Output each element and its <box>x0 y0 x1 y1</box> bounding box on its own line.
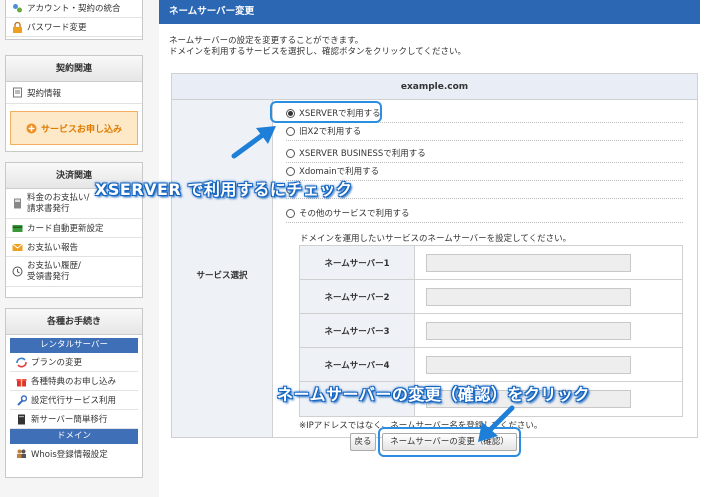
server-icon <box>18 414 25 424</box>
radio-label: 旧X2で利用する <box>299 126 362 137</box>
sidebar-item-label: プランの変更 <box>31 358 83 368</box>
xserver-option-highlight <box>270 101 382 123</box>
calculator-icon <box>14 198 21 209</box>
arrow-to-xserver-icon <box>231 126 276 159</box>
radio-button[interactable] <box>286 149 295 158</box>
nameserver-label: ネームサーバー1 <box>300 246 415 279</box>
sidebar-item-label: パスワード変更 <box>27 23 87 33</box>
sidebar-item-label: カード自動更新設定 <box>27 224 104 234</box>
main-panel: ネームサーバー変更 ネームサーバーの設定を変更することができます。 ドメインを利… <box>159 0 710 497</box>
radio-x2[interactable]: 旧X2で利用する <box>286 123 683 141</box>
description-line-1: ネームサーバーの設定を変更することができます。 <box>169 36 364 46</box>
sidebar-item-label: 各種特典のお申し込み <box>31 377 117 387</box>
procedures-heading: 各種お手続き <box>6 309 142 335</box>
annotation-click-confirm: ネームサーバーの変更（確認）をクリック <box>277 385 590 404</box>
annotation-check-xserver: XSERVER で利用するにチェック <box>95 180 353 199</box>
nameserver-label: ネームサーバー3 <box>300 314 415 347</box>
gift-icon <box>16 378 27 386</box>
nameserver-note: ドメインを運用したいサービスのネームサーバーを設定してください。 <box>300 234 572 244</box>
page-description: ネームサーバーの設定を変更することができます。 ドメインを利用するサービスを選択… <box>169 36 466 58</box>
sidebar-item-payment-history[interactable]: お支払い履歴/ 受領書発行 <box>6 257 142 287</box>
service-apply-label: サービスお申し込み <box>40 124 122 135</box>
people-icon <box>17 449 26 458</box>
nameserver-row: ネームサーバー4 <box>300 348 682 382</box>
domain-subheading: ドメイン <box>10 429 138 444</box>
domain-name: example.com <box>172 74 697 100</box>
wrench-icon <box>17 394 27 406</box>
contract-heading: 契約関連 <box>6 56 142 82</box>
sidebar-item-label: お支払い履歴/ 受領書発行 <box>27 260 81 282</box>
radio-xserver-business[interactable]: XSERVER BUSINESSで利用する <box>286 145 683 163</box>
nameserver-row: ネームサーバー1 <box>300 246 682 280</box>
back-button[interactable]: 戻る <box>350 433 376 451</box>
radio-button[interactable] <box>286 127 295 136</box>
account-menu-box: アカウント・契約の統合 パスワード変更 <box>5 0 143 40</box>
description-line-2: ドメインを利用するサービスを選択し、確認ボタンをクリックしてください。 <box>169 47 466 57</box>
sidebar-item-label: 契約情報 <box>27 88 62 99</box>
sidebar: アカウント・契約の統合 パスワード変更 契約関連 契約情報 サービスお申し込み … <box>0 0 148 497</box>
sidebar-item-label: 新サーバー簡単移行 <box>31 415 108 425</box>
sidebar-item-label: 設定代行サービス利用 <box>31 396 117 406</box>
history-icon <box>12 266 23 277</box>
service-select-label: サービス選択 <box>196 271 248 281</box>
page-title: ネームサーバー変更 <box>159 0 700 24</box>
radio-label: その他のサービスで利用する <box>299 208 410 219</box>
sidebar-item-label: Whois登録情報設定 <box>31 449 108 460</box>
nameserver-2-input[interactable] <box>426 287 631 306</box>
radio-button[interactable] <box>286 209 295 218</box>
sidebar-item-plan-change[interactable]: プランの変更 <box>10 353 138 372</box>
procedures-menu-box: 各種お手続き レンタルサーバー プランの変更 各種特典のお申し込み 設定代行サー… <box>5 308 143 478</box>
nameserver-row: ネームサーバー3 <box>300 314 682 348</box>
envelope-icon <box>12 243 23 251</box>
sidebar-item-label: アカウント・契約の統合 <box>27 4 121 14</box>
sidebar-item-setup-service[interactable]: 設定代行サービス利用 <box>10 391 138 410</box>
sidebar-item-label: お支払い報告 <box>27 243 79 253</box>
sidebar-item-contract-info[interactable]: 契約情報 <box>6 82 142 104</box>
contract-menu-box: 契約関連 契約情報 サービスお申し込み <box>5 55 143 152</box>
radio-button[interactable] <box>286 167 295 176</box>
rental-server-subheading: レンタルサーバー <box>10 338 138 353</box>
sidebar-item-server-migration[interactable]: 新サーバー簡単移行 <box>10 410 138 429</box>
nameserver-label: ネームサーバー4 <box>300 348 415 381</box>
sidebar-item-card-renewal[interactable]: カード自動更新設定 <box>6 219 142 238</box>
lock-icon <box>13 21 22 33</box>
nameserver-4-input[interactable] <box>426 355 631 374</box>
sidebar-item-whois[interactable]: Whois登録情報設定 <box>10 444 138 463</box>
credit-card-icon <box>12 224 23 232</box>
nameserver-1-input[interactable] <box>426 253 631 272</box>
sidebar-item-payment-report[interactable]: お支払い報告 <box>6 238 142 257</box>
arrow-to-confirm-icon <box>478 405 515 442</box>
sidebar-item-benefits[interactable]: 各種特典のお申し込み <box>10 372 138 391</box>
sidebar-item-password[interactable]: パスワード変更 <box>6 18 142 37</box>
nameserver-label: ネームサーバー2 <box>300 280 415 313</box>
sidebar-item-account-link[interactable]: アカウント・契約の統合 <box>6 0 142 18</box>
service-apply-button[interactable]: サービスお申し込み <box>10 111 138 145</box>
radio-label: XSERVER BUSINESSで利用する <box>299 148 426 159</box>
account-link-icon <box>13 3 22 12</box>
plus-circle-icon <box>26 123 37 133</box>
nameserver-3-input[interactable] <box>426 321 631 340</box>
nameserver-row: ネームサーバー2 <box>300 280 682 314</box>
document-icon <box>13 87 22 98</box>
radio-other-service[interactable]: その他のサービスで利用する <box>286 205 683 223</box>
sidebar-item-label: 料金のお支払い/ 請求書発行 <box>27 192 90 214</box>
plan-change-icon <box>16 357 27 367</box>
